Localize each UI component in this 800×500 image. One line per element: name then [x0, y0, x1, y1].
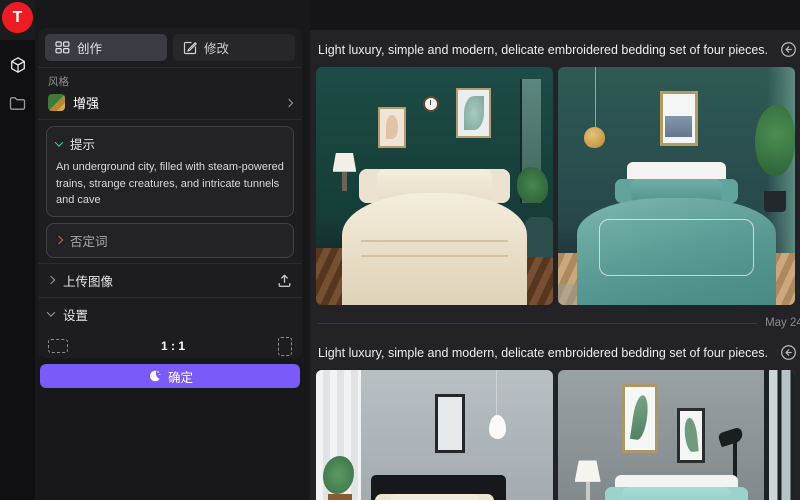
- upload-label: 上传图像: [63, 271, 113, 290]
- prompt-box[interactable]: 提示 An underground city, filled with stea…: [46, 126, 294, 217]
- picture-frame: [660, 91, 698, 146]
- lamp-base: [342, 172, 347, 191]
- bed-duvet: [577, 198, 776, 305]
- table-lamp: [333, 153, 357, 172]
- cube-icon: [9, 56, 27, 74]
- chevron-down-icon: [55, 138, 63, 146]
- avatar[interactable]: T: [2, 2, 33, 33]
- armchair: [525, 217, 553, 257]
- aspect-landscape-icon[interactable]: [48, 339, 68, 353]
- generated-image[interactable]: [558, 370, 795, 500]
- app-window: T 创作 修改: [0, 0, 800, 500]
- tab-modify[interactable]: 修改: [173, 34, 295, 61]
- upload-image-row[interactable]: 上传图像: [38, 263, 302, 297]
- workspace-cube-button[interactable]: [0, 50, 35, 80]
- aspect-ratio-value: 1 : 1: [68, 339, 278, 353]
- style-label: 风格: [48, 74, 292, 89]
- style-selector[interactable]: 增强: [48, 93, 292, 112]
- lamp-base: [586, 482, 590, 500]
- reuse-prompt-button[interactable]: [780, 41, 797, 58]
- negative-words-box[interactable]: 否定词: [46, 223, 294, 258]
- negative-title: 否定词: [70, 231, 108, 250]
- chevron-down-icon: [47, 308, 55, 316]
- lamp-cord: [595, 67, 596, 129]
- tab-create[interactable]: 创作: [45, 34, 167, 61]
- folder-icon: [9, 96, 26, 111]
- wall-clock: [423, 96, 439, 112]
- divider-line: [318, 323, 757, 324]
- upload-icon: [277, 273, 292, 288]
- picture-frame: [378, 107, 406, 147]
- chevron-right-icon: [47, 276, 55, 284]
- picture-frame: [456, 88, 492, 138]
- generated-image[interactable]: [316, 370, 553, 500]
- settings-row[interactable]: 设置: [38, 297, 302, 331]
- floor-lamp-head: [718, 426, 745, 447]
- tab-create-label: 创作: [77, 38, 102, 57]
- lamp-cord: [496, 370, 497, 418]
- image-grid: [310, 67, 800, 305]
- plant: [517, 167, 548, 203]
- mode-tabs: 创作 修改: [38, 28, 302, 67]
- grid-icon: [55, 41, 70, 54]
- chevron-right-icon: [55, 236, 63, 244]
- style-section: 风格 增强: [38, 67, 302, 119]
- stool: [328, 494, 352, 500]
- prompt-boxes: 提示 An underground city, filled with stea…: [38, 119, 302, 263]
- edit-icon: [183, 41, 197, 55]
- picture-frame: [677, 408, 705, 463]
- generation-date: May 24,: [765, 317, 800, 329]
- reuse-prompt-button[interactable]: [780, 344, 797, 361]
- pillows: [375, 494, 494, 500]
- generation-gallery: Light luxury, simple and modern, delicat…: [310, 30, 800, 500]
- generation-row-header: Light luxury, simple and modern, delicat…: [310, 333, 800, 370]
- style-thumbnail: [48, 94, 65, 111]
- plant-pot: [764, 191, 785, 212]
- prompt-text[interactable]: An underground city, filled with steam-p…: [56, 159, 284, 209]
- settings-label: 设置: [63, 305, 88, 324]
- moon-sparkle-icon: [147, 369, 161, 383]
- files-folder-button[interactable]: [0, 88, 35, 118]
- generation-prompt: Light luxury, simple and modern, delicat…: [318, 43, 768, 57]
- picture-frame: [435, 394, 466, 454]
- tab-modify-label: 修改: [204, 38, 229, 57]
- generated-image[interactable]: [558, 67, 795, 305]
- prompt-title: 提示: [70, 134, 95, 153]
- generated-image[interactable]: [316, 67, 553, 305]
- settings-body: 1 : 1 图片数量 4: [38, 331, 302, 359]
- style-value: 增强: [73, 93, 278, 112]
- pendant-lamp: [489, 415, 506, 439]
- bed-duvet: [342, 193, 527, 305]
- pillows: [605, 487, 747, 500]
- window: [764, 370, 795, 500]
- row-divider: May 24,: [310, 305, 800, 333]
- generation-prompt: Light luxury, simple and modern, delicat…: [318, 346, 768, 360]
- image-grid: [310, 370, 800, 500]
- aspect-portrait-icon[interactable]: [278, 337, 292, 356]
- confirm-label: 确定: [168, 367, 193, 386]
- chevron-right-icon: [285, 98, 293, 106]
- table-lamp: [575, 460, 601, 481]
- plant: [755, 105, 795, 176]
- pendant-lamp: [584, 127, 605, 148]
- generation-row-header: Light luxury, simple and modern, delicat…: [310, 30, 800, 67]
- creation-panel: 创作 修改 风格 增强: [38, 28, 302, 358]
- icon-rail: [0, 0, 35, 500]
- confirm-button[interactable]: 确定: [40, 364, 300, 388]
- picture-frame: [622, 384, 658, 453]
